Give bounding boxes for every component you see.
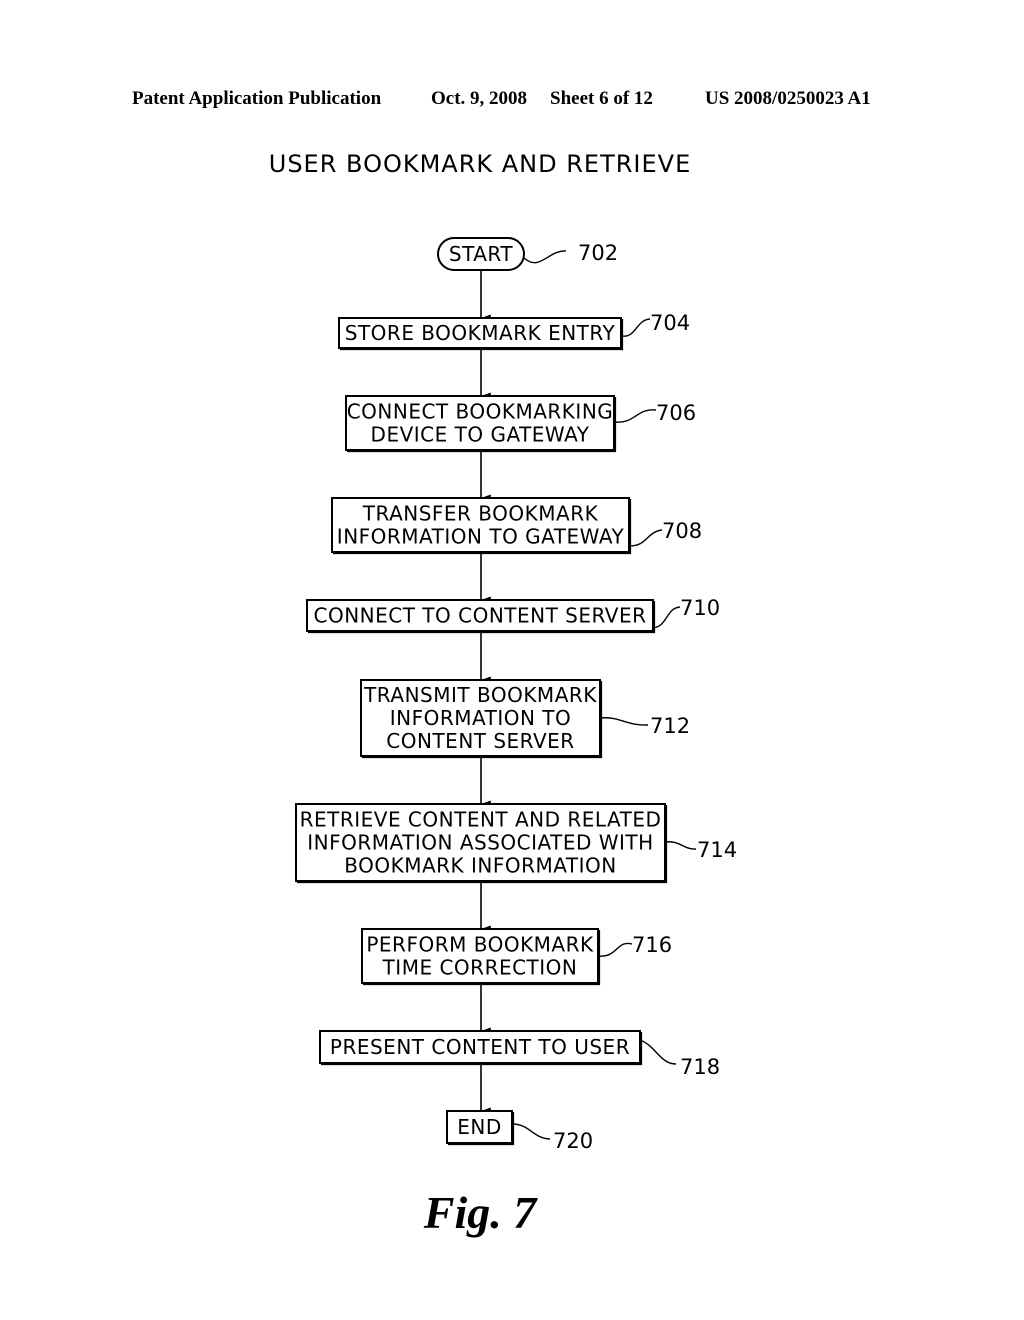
flow-step-704: STORE BOOKMARK ENTRY 704 — [338, 311, 690, 351]
flow-step-712: TRANSMIT BOOKMARKINFORMATION TOCONTENT S… — [360, 679, 690, 759]
reference-leader-line — [652, 606, 681, 629]
step-text-line: CONTENT SERVER — [386, 729, 574, 753]
figure-label: Fig. 7 — [423, 1187, 537, 1238]
step-text-line: PERFORM BOOKMARK — [366, 933, 594, 957]
reference-numeral: 708 — [662, 519, 702, 543]
reference-numeral: 714 — [697, 838, 737, 862]
reference-leader-line — [599, 717, 649, 726]
step-text-line: BOOKMARK INFORMATION — [344, 854, 616, 878]
reference-numeral: 710 — [680, 596, 720, 620]
step-text-line: END — [457, 1115, 502, 1139]
step-text-line: INFORMATION TO — [390, 706, 572, 730]
reference-leader-line — [597, 942, 633, 957]
reference-numeral: 718 — [680, 1055, 720, 1079]
step-text-line: TRANSMIT BOOKMARK — [363, 683, 597, 707]
reference-numeral: 716 — [632, 933, 672, 957]
step-text-line: INFORMATION TO GATEWAY — [337, 525, 625, 549]
step-text-line: CONNECT BOOKMARKING — [347, 400, 614, 424]
reference-leader-line — [613, 409, 657, 423]
flow-step-720: END 720 — [446, 1110, 593, 1153]
flow-step-706: CONNECT BOOKMARKINGDEVICE TO GATEWAY 706 — [345, 395, 696, 453]
reference-numeral: 706 — [656, 401, 696, 425]
reference-leader-line — [523, 250, 567, 264]
flowchart: START 702 STORE BOOKMARK ENTRY 704 CONNECT B… — [295, 237, 737, 1153]
step-text-line: CONNECT TO CONTENT SERVER — [313, 604, 646, 628]
step-text-line: STORE BOOKMARK ENTRY — [345, 321, 616, 345]
step-text-line: RETRIEVE CONTENT AND RELATED — [300, 808, 662, 832]
reference-leader-line — [639, 1039, 677, 1065]
step-text-line: TRANSFER BOOKMARK — [362, 502, 599, 526]
flow-step-716: PERFORM BOOKMARKTIME CORRECTION 716 — [361, 928, 672, 986]
step-text-line: START — [449, 242, 513, 266]
reference-leader-line — [511, 1123, 551, 1140]
reference-leader-line — [664, 841, 697, 850]
reference-numeral: 704 — [650, 311, 690, 335]
step-text-line: DEVICE TO GATEWAY — [371, 423, 590, 447]
step-text-line: INFORMATION ASSOCIATED WITH — [307, 831, 653, 855]
flow-step-718: PRESENT CONTENT TO USER 718 — [319, 1030, 720, 1079]
reference-leader-line — [628, 529, 663, 547]
flow-step-710: CONNECT TO CONTENT SERVER 710 — [306, 596, 720, 634]
step-text-line: TIME CORRECTION — [382, 956, 578, 980]
reference-numeral: 720 — [553, 1129, 593, 1153]
flow-step-702: START 702 — [437, 237, 618, 271]
flow-step-708: TRANSFER BOOKMARKINFORMATION TO GATEWAY 7… — [331, 497, 702, 555]
reference-numeral: 702 — [578, 241, 618, 265]
flow-step-714: RETRIEVE CONTENT AND RELATEDINFORMATION … — [295, 803, 737, 884]
reference-numeral: 712 — [650, 714, 690, 738]
step-text-line: PRESENT CONTENT TO USER — [330, 1035, 630, 1059]
reference-leader-line — [621, 318, 651, 337]
